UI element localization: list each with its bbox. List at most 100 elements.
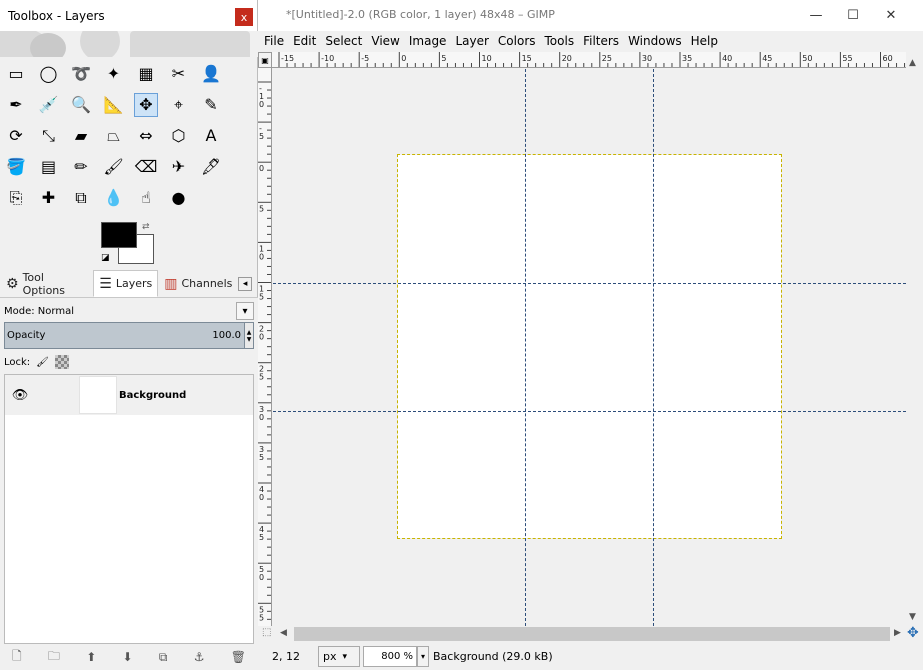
ruler-corner-button[interactable]: ▣ — [258, 52, 272, 68]
ruler-label: 5 — [259, 204, 264, 213]
flip-icon[interactable]: ⇔ — [134, 124, 158, 148]
shear-icon[interactable]: ▰ — [69, 124, 93, 148]
align-icon[interactable]: ⌖ — [167, 93, 191, 117]
toolbox-title: Toolbox - Layers — [8, 8, 105, 23]
lock-row: Lock: 🖌 — [4, 354, 69, 370]
menu-layer[interactable]: Layer — [455, 34, 488, 48]
menu-tools[interactable]: Tools — [545, 34, 575, 48]
perspective-icon[interactable]: ⏢ — [102, 124, 126, 148]
tab-menu-button[interactable]: ◂ — [238, 276, 252, 291]
canvas-area[interactable] — [273, 69, 906, 626]
scroll-down-icon[interactable]: ▼ — [909, 612, 916, 622]
mode-select[interactable]: Mode: Normal ▾ — [4, 302, 254, 320]
raise-layer-icon[interactable]: ⬆ — [86, 650, 96, 664]
unit-value: px — [323, 650, 337, 663]
scroll-right-icon[interactable]: ▶ — [894, 628, 901, 638]
navigate-icon[interactable]: ✥ — [907, 625, 919, 641]
scissors-select-icon[interactable]: ✂ — [167, 62, 191, 86]
scale-icon[interactable]: ⤡ — [37, 124, 61, 148]
menu-colors[interactable]: Colors — [498, 34, 536, 48]
layers-panel: Mode: Normal ▾ Opacity 100.0 ▲ ▼ Lock: 🖌 … — [0, 298, 258, 670]
eye-icon[interactable]: 👁 — [5, 388, 35, 403]
cage-icon[interactable]: ⬡ — [167, 124, 191, 148]
menu-file[interactable]: File — [264, 34, 284, 48]
ellipse-select-icon[interactable]: ◯ — [37, 62, 61, 86]
menu-select[interactable]: Select — [325, 34, 362, 48]
move-icon[interactable]: ✥ — [134, 93, 158, 117]
image-canvas[interactable] — [397, 154, 782, 539]
ruler-label: 5 — [441, 54, 446, 63]
layer-group-icon[interactable]: 🗀 — [48, 647, 60, 668]
ruler-label: 15 — [522, 54, 532, 63]
swap-colors-icon[interactable]: ⇄ — [142, 222, 150, 232]
maximize-button[interactable]: ☐ — [842, 6, 864, 24]
close-button[interactable]: ✕ — [880, 6, 902, 24]
perspective-clone-icon[interactable]: ⧉ — [69, 186, 93, 210]
anchor-layer-icon[interactable]: ⚓ — [194, 650, 205, 664]
layer-row[interactable]: 👁 Background — [5, 375, 253, 415]
vertical-ruler[interactable]: -10-50510152025303540455055 — [258, 68, 272, 626]
vertical-scrollbar[interactable]: ▲ ▼ — [906, 52, 923, 626]
new-layer-icon[interactable]: 🗋 — [12, 647, 22, 668]
text-icon[interactable]: A — [199, 124, 223, 148]
crop-icon[interactable]: ✎ — [199, 93, 223, 117]
paths-icon[interactable]: ✒ — [4, 93, 28, 117]
opacity-spinner[interactable]: ▲ ▼ — [244, 322, 254, 349]
mode-label: Mode: Normal — [4, 305, 74, 317]
paintbrush-icon[interactable]: 🖌 — [102, 155, 126, 179]
toolbox-close-button[interactable]: x — [235, 8, 253, 26]
minimize-button[interactable]: — — [805, 6, 827, 24]
bucket-fill-icon[interactable]: 🪣 — [4, 155, 28, 179]
duplicate-layer-icon[interactable]: ⧉ — [159, 650, 168, 665]
zoom-icon[interactable]: 🔍 — [69, 93, 93, 117]
lower-layer-icon[interactable]: ⬇ — [123, 650, 133, 664]
tab-layers[interactable]: ☰ Layers — [93, 270, 159, 297]
heal-icon[interactable]: ✚ — [37, 186, 61, 210]
ruler-label: 0 — [401, 54, 406, 63]
measure-icon[interactable]: 📐 — [102, 93, 126, 117]
horizontal-scrollbar[interactable]: ⬚ ◀ ▶ ✥ — [258, 625, 923, 643]
menu-view[interactable]: View — [371, 34, 399, 48]
menu-edit[interactable]: Edit — [293, 34, 316, 48]
airbrush-icon[interactable]: ✈ — [167, 155, 191, 179]
menu-image[interactable]: Image — [409, 34, 447, 48]
smudge-icon[interactable]: ☝ — [134, 186, 158, 210]
blur-icon[interactable]: 💧 — [102, 186, 126, 210]
menu-help[interactable]: Help — [691, 34, 718, 48]
foreground-select-icon[interactable]: 👤 — [199, 62, 223, 86]
menubar: File Edit Select View Image Layer Colors Tools F… — [258, 31, 923, 51]
horizontal-scroll-thumb[interactable] — [294, 627, 890, 641]
gradient-icon[interactable]: ▤ — [37, 155, 61, 179]
ink-icon[interactable]: 🖋 — [199, 155, 223, 179]
fuzzy-select-icon[interactable]: ✦ — [102, 62, 126, 86]
chevron-down-icon[interactable]: ▾ — [236, 302, 254, 320]
image-titlebar: *[Untitled]-2.0 (RGB color, 1 layer) 48x… — [258, 0, 923, 31]
menu-windows[interactable]: Windows — [628, 34, 682, 48]
rotate-icon[interactable]: ⟳ — [4, 124, 28, 148]
delete-layer-icon[interactable]: 🗑 — [231, 650, 246, 664]
color-picker-icon[interactable]: 💉 — [37, 93, 61, 117]
foreground-color-swatch[interactable] — [101, 222, 137, 248]
quick-mask-icon[interactable]: ⬚ — [262, 627, 271, 638]
scroll-up-icon[interactable]: ▲ — [909, 58, 916, 68]
menu-filters[interactable]: Filters — [583, 34, 619, 48]
color-select-icon[interactable]: ▦ — [134, 62, 158, 86]
unit-select[interactable]: px ▾ — [318, 646, 360, 667]
zoom-input[interactable]: 800 % — [363, 646, 417, 667]
rect-select-icon[interactable]: ▭ — [4, 62, 28, 86]
free-select-icon[interactable]: ➰ — [69, 62, 93, 86]
eraser-icon[interactable]: ⌫ — [134, 155, 158, 179]
wilber-drop-area — [0, 31, 258, 57]
chevron-down-icon[interactable]: ▾ — [417, 646, 429, 667]
horizontal-ruler[interactable]: -15 -10 -5 0 5 10 15 20 25 30 35 40 45 50 55 60 — [272, 52, 906, 68]
opacity-slider[interactable]: Opacity 100.0 ▲ ▼ — [4, 322, 254, 349]
pencil-icon[interactable]: ✏ — [69, 155, 93, 179]
scroll-left-icon[interactable]: ◀ — [280, 628, 287, 638]
lock-alpha-icon[interactable] — [54, 355, 69, 369]
tab-channels[interactable]: ▥ Channels — [158, 270, 238, 297]
tab-tool-options[interactable]: ⚙ Tool Options — [0, 270, 93, 297]
default-colors-icon[interactable]: ◪ — [101, 253, 110, 263]
clone-icon[interactable]: ⎘ — [4, 186, 28, 210]
lock-pixels-icon[interactable]: 🖌 — [36, 357, 49, 368]
dodge-burn-icon[interactable]: ● — [167, 186, 191, 210]
